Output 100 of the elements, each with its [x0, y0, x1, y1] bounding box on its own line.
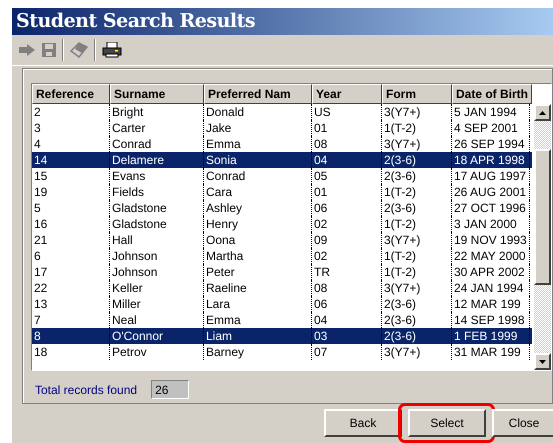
table-cell: 1(T-2) — [382, 264, 452, 280]
table-cell: 24 JAN 1994 — [452, 280, 530, 296]
table-cell: 17 AUG 1997 — [452, 168, 530, 184]
table-cell: 2(3-6) — [382, 152, 452, 168]
table-cell: 07 — [312, 344, 382, 360]
table-cell: Conrad — [204, 168, 312, 184]
table-cell: Barney — [204, 344, 312, 360]
table-cell: 27 OCT 1996 — [452, 200, 530, 216]
table-cell: 3(Y7+) — [382, 280, 452, 296]
table-row[interactable]: 18 Petrov Barney 07 3(Y7+) 31 MAR 199 — [32, 344, 532, 360]
table-cell: Johnson — [110, 264, 204, 280]
table-cell: Cara — [204, 184, 312, 200]
total-records-label: Total records found — [35, 382, 138, 396]
table-cell: 31 MAR 199 — [452, 344, 530, 360]
table-cell: 3(Y7+) — [382, 344, 452, 360]
table-row[interactable]: 16 Gladstone Henry 02 1(T-2) 3 JAN 2000 — [32, 216, 532, 232]
table-row[interactable]: 17 Johnson Peter TR 1(T-2) 30 APR 2002 — [32, 264, 532, 280]
table-cell: 1(T-2) — [382, 216, 452, 232]
table-cell: 18 — [32, 344, 110, 360]
table-cell: 18 APR 1998 — [452, 152, 530, 168]
table-cell: Petrov — [110, 344, 204, 360]
table-row[interactable]: 8 O'Connor Liam 03 2(3-6) 1 FEB 1999 — [32, 328, 532, 344]
column-header[interactable]: Reference — [32, 84, 110, 104]
table-cell: 17 — [32, 264, 110, 280]
table-cell: Carter — [110, 120, 204, 136]
table-cell: 3(Y7+) — [382, 104, 452, 120]
table-cell: 3(Y7+) — [382, 232, 452, 248]
table-cell: 06 — [312, 296, 382, 312]
table-cell: 06 — [312, 200, 382, 216]
column-header[interactable]: Form — [382, 84, 452, 104]
table-cell: 5 JAN 1994 — [452, 104, 530, 120]
table-cell: Donald — [204, 104, 312, 120]
table-cell: Miller — [110, 296, 204, 312]
table-cell: 1 FEB 1999 — [452, 328, 530, 344]
select-button[interactable]: Select — [408, 409, 486, 437]
table-cell: 3 JAN 2000 — [452, 216, 530, 232]
table-cell: Evans — [110, 168, 204, 184]
column-header[interactable]: Year — [312, 84, 382, 104]
table-cell: Ashley — [204, 200, 312, 216]
table-row[interactable]: 21 Hall Oona 09 3(Y7+) 19 NOV 1993 — [32, 232, 532, 248]
table-cell: 08 — [312, 280, 382, 296]
table-cell: 1(T-2) — [382, 248, 452, 264]
table-cell: 19 NOV 1993 — [452, 232, 530, 248]
table-cell: 6 — [32, 248, 110, 264]
window-title: Student Search Results — [12, 8, 553, 35]
table-cell: 30 APR 2002 — [452, 264, 530, 280]
back-button[interactable]: Back — [324, 409, 402, 437]
table-cell: 15 — [32, 168, 110, 184]
down-arrow-icon[interactable] — [539, 360, 546, 364]
table-cell: Delamere — [110, 152, 204, 168]
table-cell: Fields — [110, 184, 204, 200]
table-cell: 04 — [312, 152, 382, 168]
table-row[interactable]: 3 Carter Jake 01 1(T-2) 4 SEP 2001 — [32, 120, 532, 136]
table-cell: 12 MAR 199 — [452, 296, 530, 312]
table-cell: 19 — [32, 184, 110, 200]
table-row[interactable]: 5 Gladstone Ashley 06 2(3-6) 27 OCT 1996 — [32, 200, 532, 216]
table-row[interactable]: 22 Keller Raeline 08 3(Y7+) 24 JAN 1994 — [32, 280, 532, 296]
table-cell: Gladstone — [110, 200, 204, 216]
table-cell: 8 — [32, 328, 110, 344]
table-cell: 02 — [312, 216, 382, 232]
column-header[interactable]: Date of Birth — [452, 84, 532, 104]
scroll-thumb[interactable] — [534, 149, 551, 285]
table-cell: Bright — [110, 104, 204, 120]
table-cell: 01 — [312, 120, 382, 136]
table-cell: O'Connor — [110, 328, 204, 344]
table-row[interactable]: 19 Fields Cara 01 1(T-2) 26 AUG 2001 — [32, 184, 532, 200]
column-header[interactable]: Preferred Nam — [204, 84, 312, 104]
table-row[interactable]: 15 Evans Conrad 05 2(3-6) 17 AUG 1997 — [32, 168, 532, 184]
table-cell: 26 AUG 2001 — [452, 184, 530, 200]
close-button[interactable]: Close — [492, 409, 553, 437]
table-cell: 21 — [32, 232, 110, 248]
table-cell: US — [312, 104, 382, 120]
table-cell: TR — [312, 264, 382, 280]
table-cell: 2 — [32, 104, 110, 120]
table-cell: 05 — [312, 168, 382, 184]
table-cell: 1(T-2) — [382, 184, 452, 200]
table-cell: 09 — [312, 232, 382, 248]
column-header[interactable]: Surname — [110, 84, 204, 104]
table-cell: 2(3-6) — [382, 328, 452, 344]
table-cell: Henry — [204, 216, 312, 232]
total-records-field: 26 — [151, 380, 190, 399]
table-cell: 02 — [312, 248, 382, 264]
printer-icon[interactable] — [102, 42, 122, 58]
table-row[interactable]: 14 Delamere Sonia 04 2(3-6) 18 APR 1998 — [32, 152, 532, 168]
scrollbar[interactable] — [534, 104, 551, 370]
table-cell: Jake — [204, 120, 312, 136]
table-row[interactable]: 2 Bright Donald US 3(Y7+) 5 JAN 1994 — [32, 104, 532, 120]
table-cell: Johnson — [110, 248, 204, 264]
table-cell: Raeline — [204, 280, 312, 296]
table-row[interactable]: 6 Johnson Martha 02 1(T-2) 22 MAY 2000 — [32, 248, 532, 264]
table-cell: Lara — [204, 296, 312, 312]
table-cell: 22 — [32, 280, 110, 296]
table-row[interactable]: 13 Miller Lara 06 2(3-6) 12 MAR 199 — [32, 296, 532, 312]
table-cell: 4 SEP 2001 — [452, 120, 530, 136]
up-arrow-icon[interactable] — [539, 110, 546, 114]
table-cell: Martha — [204, 248, 312, 264]
table-cell: 13 — [32, 296, 110, 312]
table-cell: 14 — [32, 152, 110, 168]
table-cell: Gladstone — [110, 216, 204, 232]
table-cell: 2(3-6) — [382, 200, 452, 216]
